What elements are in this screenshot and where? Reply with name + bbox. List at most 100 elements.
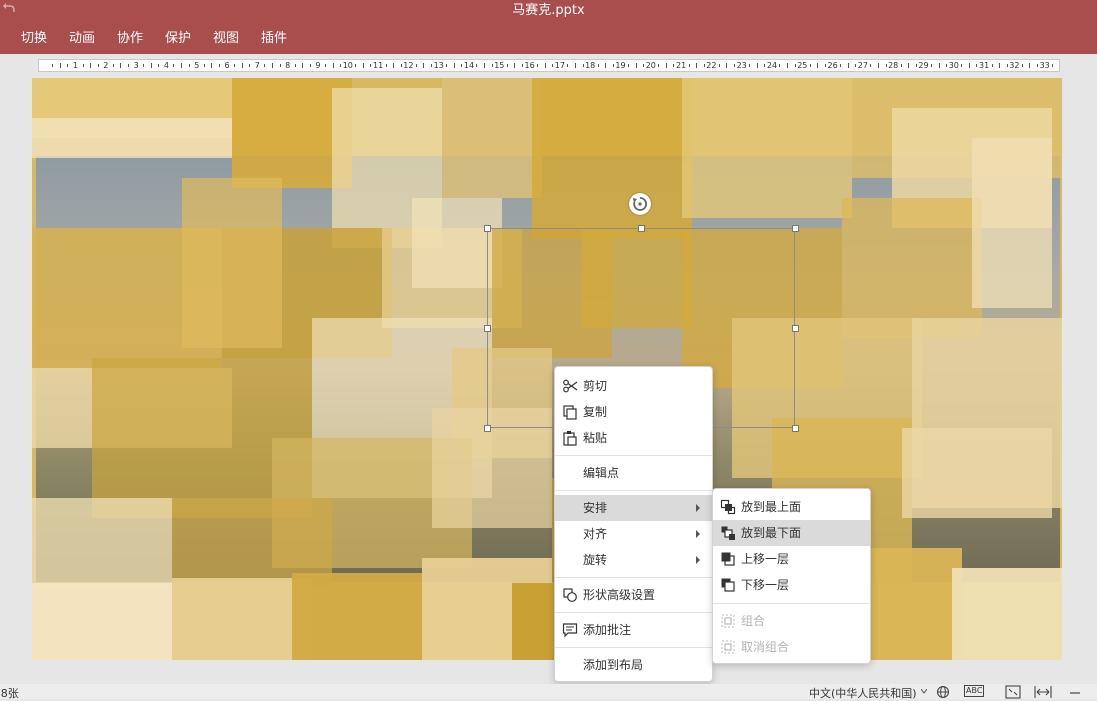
ruler-tick [431,64,433,67]
menu-item-copy[interactable]: 复制 [555,399,712,425]
ruler-label: 12 [403,61,414,70]
ruler-tick [82,64,84,67]
menu-plugins[interactable]: 插件 [261,30,287,48]
resize-handle-left[interactable] [484,325,491,332]
ruler-tick [158,64,160,67]
ruler-label: 26 [827,61,838,70]
ruler-label: 28 [888,61,899,70]
submenu-arrow-icon [696,556,700,564]
ruler-label: 20 [645,61,656,70]
ruler-tick [809,64,811,67]
ruler-label: 17 [554,61,565,70]
ruler-tick [211,63,213,68]
menu-transition[interactable]: 切换 [21,30,47,48]
menu-item-arrange[interactable]: 安排 [555,495,712,521]
menu-item-shape-advanced-label: 形状高级设置 [583,588,656,602]
comment-icon [562,623,578,638]
resize-handle-top[interactable] [638,225,645,232]
resize-handle-top-right[interactable] [792,225,799,232]
ruler-tick [665,63,667,68]
copy-icon [563,405,577,420]
ruler-label: 2 [103,61,109,70]
menu-item-cut[interactable]: 剪切 [555,373,712,399]
horizontal-ruler[interactable]: 1 2 3 4 5 6 7 8 9 10 11 12 13 14 15 16 17 18 19 20 21 22 23 24 2… [38,59,1060,72]
menu-item-paste[interactable]: 粘贴 [555,425,712,451]
status-bar: :8张 中文(中华人民共和国) ABC [0,684,1097,700]
ruler-tick [779,64,781,67]
ruler-tick [385,64,387,67]
ruler-tick [203,64,205,67]
ruler-tick [544,63,546,68]
rotate-handle[interactable] [629,193,651,215]
menu-item-rotate[interactable]: 旋转 [555,547,712,573]
menu-item-bring-forward-label: 上移一层 [741,552,790,566]
menu-item-group[interactable]: 组合 [713,608,870,634]
menu-collaborate[interactable]: 协作 [117,30,143,48]
resize-handle-right[interactable] [792,325,799,332]
ruler-tick [1029,63,1031,68]
ruler-tick [1021,64,1023,67]
ruler-tick [840,64,842,67]
spell-check-icon[interactable]: ABC [964,685,985,697]
ruler-label: 21 [676,61,687,70]
menu-item-bring-to-front[interactable]: 放到最上面 [713,494,870,520]
ruler-tick [181,63,183,68]
menu-item-rotate-label: 旋转 [583,553,608,567]
fit-to-window-icon[interactable] [1005,685,1021,699]
ruler-label: 4 [163,61,169,70]
bring-forward-icon [721,552,735,566]
ruler-tick [597,64,599,67]
resize-handle-bottom-left[interactable] [484,425,491,432]
ruler-label: 32 [1009,61,1020,70]
mosaic-tile [182,178,282,348]
menu-item-align[interactable]: 对齐 [555,521,712,547]
ruler-tick [484,63,486,68]
ruler-tick [279,64,281,67]
ruler-tick [612,64,614,67]
menu-animation[interactable]: 动画 [69,30,95,48]
menu-item-shape-advanced[interactable]: 形状高级设置 [555,582,712,608]
ruler-tick [97,64,99,67]
menu-separator [555,490,712,491]
ruler-tick [52,64,54,67]
ruler-tick [756,63,758,68]
ruler-tick [309,64,311,67]
undo-icon[interactable] [2,2,16,16]
resize-handle-bottom-right[interactable] [792,425,799,432]
ruler-tick [453,63,455,68]
chevron-down-icon[interactable] [921,689,927,694]
ruler-tick [605,63,607,68]
ruler-label: 14 [463,61,475,70]
ruler-label: 18 [585,61,596,70]
menu-item-ungroup[interactable]: 取消组合 [713,634,870,660]
menu-view[interactable]: 视图 [213,30,239,48]
ruler-tick [476,64,478,67]
ruler-label: 25 [797,61,808,70]
menu-item-edit-points[interactable]: 编辑点 [555,460,712,486]
ruler-tick [234,64,236,67]
ruler-tick [59,63,61,68]
submenu-arrow-icon [696,530,700,538]
zoom-out-icon[interactable] [1068,685,1082,699]
fit-width-icon[interactable] [1034,685,1052,699]
ruler-tick [764,64,766,67]
globe-icon[interactable] [936,685,950,699]
ruler-tick [90,63,92,68]
ruler-tick [302,63,304,68]
mosaic-tile [32,118,232,158]
mosaic-tile [902,428,1052,518]
resize-handle-top-left[interactable] [484,225,491,232]
ruler-tick [1052,64,1054,67]
menu-item-add-to-layout[interactable]: 添加到布局 [555,652,712,678]
menu-item-send-backward[interactable]: 下移一层 [713,572,870,598]
menu-item-send-to-back[interactable]: 放到最下面 [713,520,870,546]
menu-item-edit-points-label: 编辑点 [583,466,620,480]
ruler-tick [688,64,690,67]
menu-item-add-comment[interactable]: 添加批注 [555,617,712,643]
menu-protect[interactable]: 保护 [165,30,191,48]
ruler-label: 27 [857,61,868,70]
ruler-tick [264,64,266,67]
ruler-label: 23 [736,61,747,70]
menu-item-bring-forward[interactable]: 上移一层 [713,546,870,572]
menu-item-arrange-label: 安排 [583,501,608,515]
